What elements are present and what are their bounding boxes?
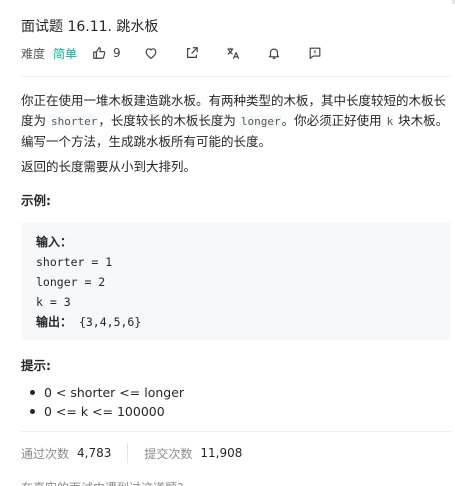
example-line: longer = 2 xyxy=(36,275,106,289)
accepted-label: 通过次数 xyxy=(21,446,70,461)
description-note: 返回的长度需要从小到大排列。 xyxy=(21,159,197,174)
inline-code: k xyxy=(385,115,395,128)
problem-title: 面试题 16.11. 跳水板 xyxy=(21,19,159,35)
translate-icon[interactable] xyxy=(225,45,241,61)
interview-question-prompt[interactable]: 在真实的面试中遇到过这道题? xyxy=(21,478,183,486)
inline-code: shorter xyxy=(49,115,99,128)
like-count: 9 xyxy=(113,46,121,60)
example-line: shorter = 1 xyxy=(36,255,113,269)
example-output-value: {3,4,5,6} xyxy=(78,315,142,329)
heart-icon[interactable] xyxy=(143,45,159,61)
description-paragraph: 你正在使用一堆木板建造跳水板。有两种类型的木板，其中长度较短的木板长度为 sho… xyxy=(21,91,453,152)
feedback-icon[interactable] xyxy=(307,45,323,61)
like-button[interactable]: 9 xyxy=(91,45,121,61)
share-icon[interactable] xyxy=(184,45,200,61)
inline-code: longer xyxy=(239,115,282,128)
submission-stats: 通过次数 4,783 提交次数 11,908 xyxy=(21,443,242,463)
tips-heading: 提示: xyxy=(21,358,51,373)
list-item: 0 < shorter <= longer xyxy=(29,385,185,400)
example-heading: 示例: xyxy=(21,193,51,208)
problem-meta-bar: 难度 简单 9 xyxy=(21,44,323,62)
example-input-label: 输入： xyxy=(36,235,73,249)
difficulty-label: 难度 xyxy=(21,46,46,61)
divider xyxy=(21,76,451,77)
submitted-label: 提交次数 xyxy=(144,446,193,461)
example-output-label: 输出： xyxy=(36,315,73,329)
accepted-count: 4,783 xyxy=(77,446,112,460)
top-border xyxy=(0,0,455,4)
example-line: k = 3 xyxy=(36,295,71,309)
description-text: ，长度较长的木板长度为 xyxy=(98,113,240,128)
divider xyxy=(21,431,451,432)
stats-divider xyxy=(127,443,129,463)
tips-list: 0 < shorter <= longer 0 <= k <= 100000 xyxy=(29,383,185,421)
bell-icon[interactable] xyxy=(266,45,282,61)
thumbs-up-icon xyxy=(91,45,107,61)
submitted-count: 11,908 xyxy=(200,446,243,460)
description-text: 。你必须正好使用 xyxy=(281,113,386,128)
list-item: 0 <= k <= 100000 xyxy=(29,402,184,421)
difficulty-badge: 简单 xyxy=(53,46,78,61)
example-block: 输入： shorter = 1 longer = 2 k = 3 输出： {3,… xyxy=(21,222,451,340)
